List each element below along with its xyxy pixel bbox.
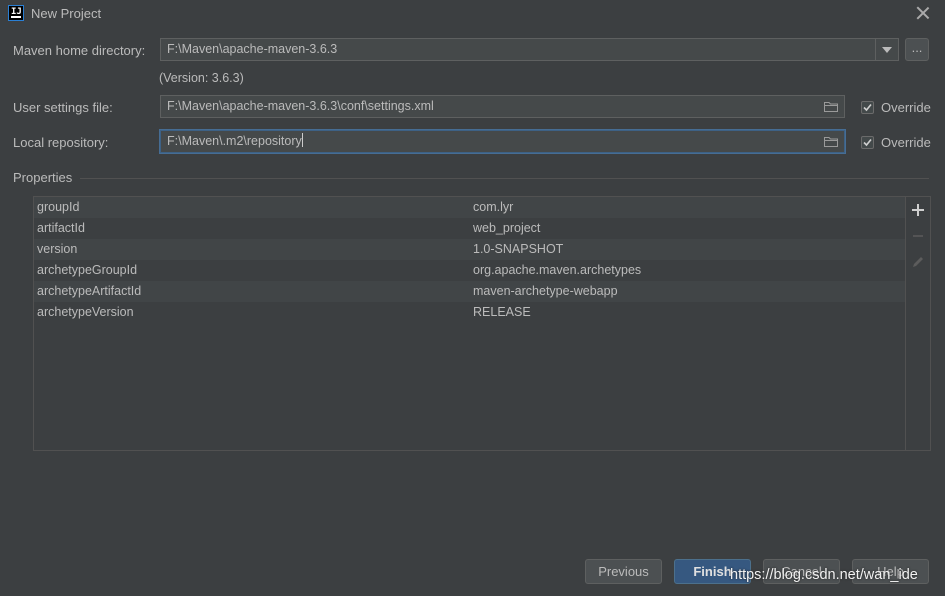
- properties-title: Properties: [13, 170, 73, 185]
- property-key: archetypeVersion: [37, 305, 134, 319]
- property-value: web_project: [473, 221, 541, 235]
- local-repository-override-label[interactable]: Override: [881, 135, 931, 150]
- property-key: artifactId: [37, 221, 85, 235]
- local-repository-override-checkbox[interactable]: [861, 136, 874, 149]
- property-key: archetypeArtifactId: [37, 284, 142, 298]
- user-settings-value: F:\Maven\apache-maven-3.6.3\conf\setting…: [167, 99, 434, 113]
- local-repository-label: Local repository:: [13, 135, 109, 150]
- window-title: New Project: [31, 6, 102, 21]
- title-bar: IJ New Project: [0, 0, 945, 28]
- user-settings-field[interactable]: F:\Maven\apache-maven-3.6.3\conf\setting…: [160, 95, 845, 118]
- user-settings-override-label[interactable]: Override: [881, 100, 931, 115]
- watermark-text: https://blog.csdn.net/wan_ide: [730, 567, 918, 583]
- property-value: maven-archetype-webapp: [473, 284, 618, 298]
- table-row[interactable]: version 1.0-SNAPSHOT: [34, 239, 905, 260]
- maven-home-combobox[interactable]: F:\Maven\apache-maven-3.6.3: [160, 38, 899, 61]
- table-row[interactable]: archetypeArtifactId maven-archetype-weba…: [34, 281, 905, 302]
- property-key: groupId: [37, 200, 80, 214]
- property-key: version: [37, 242, 78, 256]
- edit-icon[interactable]: [911, 255, 925, 269]
- user-settings-label: User settings file:: [13, 100, 113, 115]
- chevron-down-icon[interactable]: [875, 39, 898, 60]
- properties-table[interactable]: groupId com.lyr artifactId web_project v…: [33, 196, 906, 451]
- browse-maven-home-button[interactable]: ...: [905, 38, 929, 61]
- intellij-app-icon: IJ: [8, 5, 24, 21]
- table-row[interactable]: archetypeGroupId org.apache.maven.archet…: [34, 260, 905, 281]
- section-divider: [80, 178, 929, 179]
- property-value: RELEASE: [473, 305, 531, 319]
- property-key: archetypeGroupId: [37, 263, 138, 277]
- table-row[interactable]: artifactId web_project: [34, 218, 905, 239]
- close-icon[interactable]: [915, 5, 931, 21]
- folder-icon[interactable]: [824, 136, 838, 147]
- text-caret: [301, 133, 303, 147]
- property-value: com.lyr: [473, 200, 514, 214]
- properties-toolbar: [906, 196, 931, 451]
- remove-icon[interactable]: [911, 229, 925, 243]
- previous-button[interactable]: Previous: [585, 559, 662, 584]
- table-row[interactable]: groupId com.lyr: [34, 197, 905, 218]
- local-repository-value: F:\Maven\.m2\repository: [167, 134, 302, 148]
- add-icon[interactable]: [911, 203, 925, 217]
- property-value: org.apache.maven.archetypes: [473, 263, 642, 277]
- maven-version-text: (Version: 3.6.3): [159, 71, 244, 85]
- property-value: 1.0-SNAPSHOT: [473, 242, 564, 256]
- maven-home-value: F:\Maven\apache-maven-3.6.3: [167, 42, 338, 56]
- maven-home-label: Maven home directory:: [13, 43, 146, 58]
- local-repository-field[interactable]: F:\Maven\.m2\repository: [160, 130, 845, 153]
- table-row[interactable]: archetypeVersion RELEASE: [34, 302, 905, 323]
- folder-icon[interactable]: [824, 101, 838, 112]
- user-settings-override-checkbox[interactable]: [861, 101, 874, 114]
